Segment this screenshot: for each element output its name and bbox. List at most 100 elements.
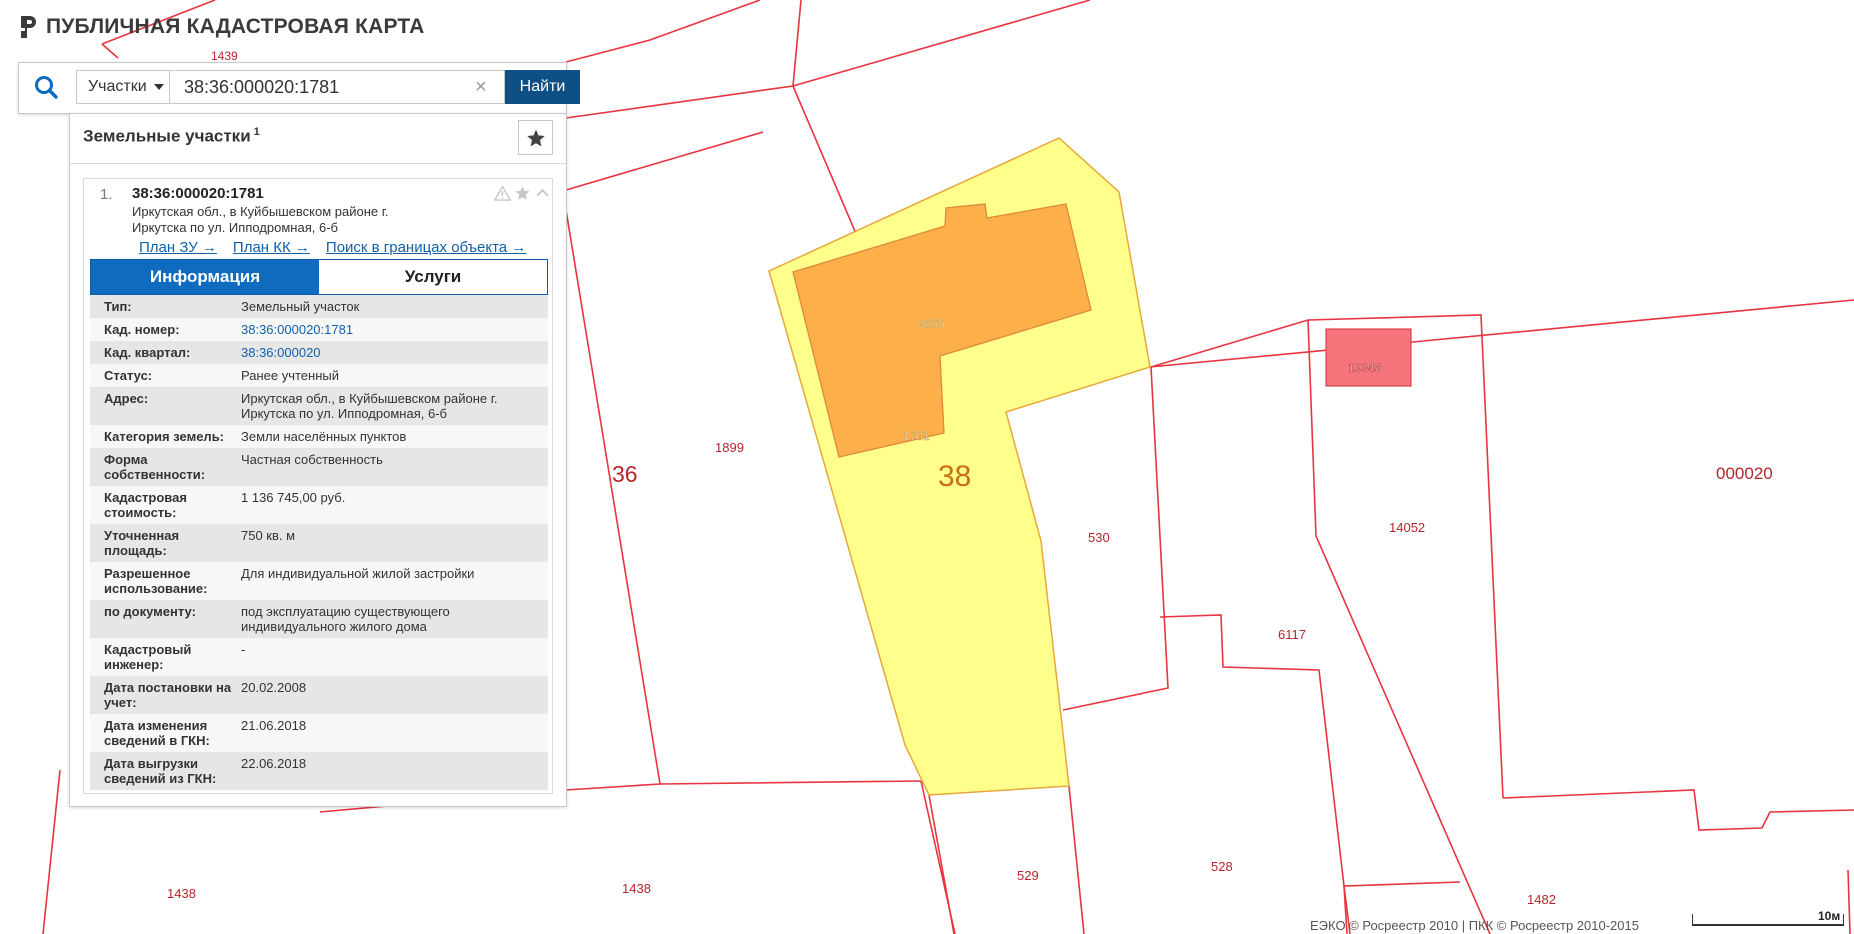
map-label: 1482 [1527,892,1556,907]
card-icons [494,185,551,201]
scale-label: 10м [1818,909,1841,923]
close-icon[interactable]: × [475,77,487,97]
chevron-down-icon [153,84,164,90]
app-title: ПУБЛИЧНАЯ КАДАСТРОВАЯ КАРТА [46,15,425,38]
map-label: 14052 [1389,520,1425,535]
tab-information[interactable]: Информация [91,260,319,294]
table-row: по документу: под эксплуатацию существующ… [90,600,548,638]
quarter-label: 36 [612,461,638,487]
row-value: Ранее учтенный [241,368,339,383]
table-row: Адрес: Иркутская обл., в Куйбышевском рай… [90,387,548,425]
panel-title: Земельные участки 1 [83,126,260,147]
table-row: Категория земель: Земли населённых пункто… [90,425,548,448]
parcel-boundary[interactable] [1062,366,1169,711]
map-label: 528 [1211,859,1233,874]
map-attribution: ЕЭКО © Росреестр 2010 | ПКК © Росреестр … [1310,918,1639,933]
row-value: 22.06.2018 [241,756,307,771]
find-button[interactable]: Найти [505,70,580,104]
parcel-boundary[interactable] [1307,319,1491,934]
parcel-boundary[interactable] [928,794,955,934]
tab-services[interactable]: Услуги [319,260,547,294]
row-label: Категория земель: [104,429,225,444]
plan-zu-link[interactable]: План ЗУ → [139,239,217,256]
parcel-boundary[interactable] [1159,614,1461,887]
search-type-select[interactable]: Участки [76,70,170,104]
row-label: Дата изменения сведений в ГКН: [104,718,210,748]
table-row: Форма собственности: Частная собственност… [90,448,548,486]
parcel-19346[interactable] [1325,328,1412,387]
result-address: Иркутская обл., в Куйбышевском районе г.… [132,204,389,235]
app-header: ПУБЛИЧНАЯ КАДАСТРОВАЯ КАРТА [18,14,424,40]
result-cadastral-number[interactable]: 38:36:000020:1781 [132,185,264,202]
chevron-up-icon[interactable] [534,185,551,201]
row-label: Кадастровая стоимость: [104,490,187,520]
row-label: Разрешенное использование: [104,566,208,596]
table-row: Статус: Ранее учтенный [90,364,548,387]
row-value: 20.02.2008 [241,680,307,695]
map-label: 1438 [167,886,196,901]
table-row: Кадастровый инженер: - [90,638,548,676]
table-row: Разрешенное использование: Для индивидуал… [90,562,548,600]
row-value: Иркутская обл., в Куйбышевском районе г.… [241,391,498,421]
map-label: 1899 [715,440,744,455]
map-label: 1438 [622,881,651,896]
parcel-boundary[interactable] [101,43,119,59]
table-row: Тип: Земельный участок [90,295,548,318]
table-row: Уточненная площадь: 750 кв. м [90,524,548,562]
star-icon [526,129,545,146]
row-label: Форма собственности: [104,452,206,482]
parcel-boundary[interactable] [1150,314,1504,799]
pkk-logo-icon [21,16,36,38]
row-value: Частная собственность [241,452,383,467]
table-row: Кад. квартал: 38:36:000020 [90,341,548,364]
cadastral-quarter-link[interactable]: 38:36:000020 [241,341,548,364]
star-icon[interactable] [514,185,531,201]
row-value: 1 136 745,00 руб. [241,490,346,505]
row-label: Дата постановки на учет: [104,680,232,710]
result-card: 1. 38:36:000020:1781 Иркутская обл., в К… [83,178,553,794]
row-value: Земельный участок [241,299,360,314]
table-row: Кадастровая стоимость: 1 136 745,00 руб. [90,486,548,524]
row-label: Кад. квартал: [104,345,191,360]
row-value: Земли населённых пунктов [241,429,407,444]
map-label: 530 [1088,530,1110,545]
search-type-value: Участки [88,78,147,95]
table-row: Дата изменения сведений в ГКН: 21.06.2018 [90,714,548,752]
result-tabs: Информация Услуги [90,259,548,295]
parcel-boundary[interactable] [42,769,61,934]
parcel-boundary[interactable] [792,85,864,251]
parcel-boundary[interactable] [1068,785,1085,934]
panel-title-text: Земельные участки [83,126,251,146]
row-label: Адрес: [104,391,149,406]
row-label: Статус: [104,368,153,383]
parcel-boundary[interactable] [565,131,764,191]
plan-kk-link[interactable]: План КК → [233,239,310,256]
search-in-bounds-link[interactable]: Поиск в границах объекта → [326,239,526,256]
cadastral-number-link[interactable]: 38:36:000020:1781 [241,318,548,341]
parcel-boundary[interactable] [792,0,1091,87]
table-row: Дата постановки на учет: 20.02.2008 [90,676,548,714]
building-label: 2655 [918,317,945,331]
search-input[interactable] [170,70,505,104]
row-label: Уточненная площадь: [104,528,180,558]
row-label: по документу: [104,604,196,619]
row-value: Для индивидуальной жилой застройки [241,566,475,581]
row-label: Дата выгрузки сведений из ГКН: [104,756,217,786]
quarter-label: 38 [938,460,971,493]
search-icon[interactable] [33,74,59,100]
parcel-boundary[interactable] [1502,789,1854,831]
parcel-boundary[interactable] [565,0,802,119]
result-count: 1 [253,126,260,138]
parcel-boundary[interactable] [1149,299,1854,368]
table-row: Дата выгрузки сведений из ГКН: 22.06.2018 [90,752,548,790]
favorites-button[interactable] [518,120,553,155]
map-label: 529 [1017,868,1039,883]
parcel-boundary[interactable] [565,0,761,63]
row-label: Кадастровый инженер: [104,642,192,672]
divider [70,163,566,164]
parcel-label: 19346 [1348,361,1382,375]
row-label: Тип: [104,299,132,314]
parcel-boundary[interactable] [1847,869,1851,934]
warning-icon[interactable] [494,185,511,201]
results-panel: Земельные участки 1 1. 38:36:000020:1781 … [69,113,567,807]
